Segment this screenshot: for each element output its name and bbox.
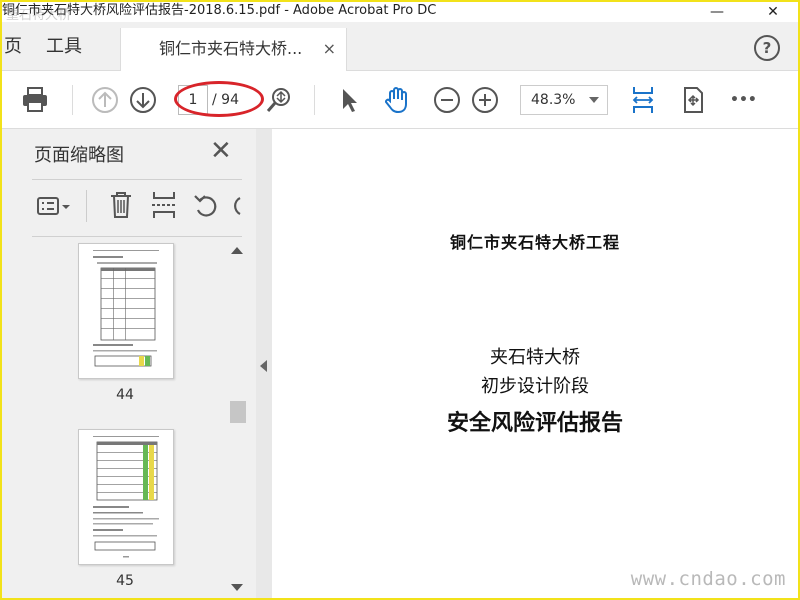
thumbnail-scrollbar[interactable] bbox=[228, 241, 246, 597]
page-thumbnail[interactable] bbox=[78, 243, 174, 379]
next-page-icon[interactable] bbox=[128, 85, 158, 115]
document-view[interactable]: 铜仁市夹石特大桥工程 夹石特大桥 初步设计阶段 安全风险评估报告 www.cnd… bbox=[272, 129, 798, 598]
full-screen-icon[interactable] bbox=[678, 85, 708, 115]
select-cursor-icon[interactable] bbox=[334, 85, 364, 115]
close-tab-button[interactable]: × bbox=[323, 28, 336, 70]
rotate-right-icon[interactable] bbox=[228, 192, 242, 220]
page-thumbnail-preview bbox=[93, 436, 159, 558]
close-panel-button[interactable]: ✕ bbox=[210, 137, 232, 165]
tab-tools[interactable]: 工具 bbox=[46, 22, 82, 70]
insert-page-icon[interactable] bbox=[150, 190, 178, 220]
panel-toolbar bbox=[32, 179, 242, 237]
page-thumbnail[interactable] bbox=[78, 429, 174, 565]
panel-divider bbox=[86, 190, 87, 222]
title-bar: 铜仁市夹石特大桥风险评估报告-2018.6.15.pdf - Adobe Acr… bbox=[2, 2, 798, 23]
thumbnail-page-number: 44 bbox=[116, 387, 134, 403]
zoom-tool-icon[interactable] bbox=[264, 85, 294, 115]
toolbar: 1 / 94 48.3% ••• bbox=[2, 71, 798, 129]
scroll-up-icon[interactable] bbox=[231, 247, 243, 254]
highlight-annotation bbox=[174, 81, 264, 117]
watermark-bottom-right: www.cndao.com bbox=[630, 568, 786, 590]
scroll-thumb[interactable] bbox=[230, 401, 246, 423]
zoom-out-icon[interactable] bbox=[432, 85, 462, 115]
document-tab-label: 铜仁市夹石特大桥... bbox=[159, 39, 303, 58]
zoom-level-value: 48.3% bbox=[531, 92, 576, 108]
hand-tool-icon[interactable] bbox=[382, 85, 412, 115]
chevron-down-icon bbox=[589, 97, 599, 103]
print-icon[interactable] bbox=[20, 85, 50, 115]
delete-page-icon[interactable] bbox=[108, 190, 134, 220]
toolbar-divider bbox=[314, 85, 315, 115]
panel-title: 页面缩略图 bbox=[34, 145, 124, 166]
design-stage: 初步设计阶段 bbox=[481, 376, 589, 397]
zoom-in-icon[interactable] bbox=[470, 85, 500, 115]
minimize-button[interactable]: — bbox=[702, 3, 732, 21]
thumbnail-list: 44 45 bbox=[32, 237, 232, 597]
page-thumbnail-preview bbox=[93, 250, 159, 367]
help-button[interactable]: ? bbox=[754, 35, 780, 61]
watermark-top-left: 重石特大桥 bbox=[6, 8, 72, 23]
collapse-panel-handle[interactable] bbox=[256, 129, 272, 598]
collapse-arrow-icon bbox=[260, 360, 267, 372]
page-thumbnails-panel: 页面缩略图 ✕ 44 45 bbox=[2, 129, 257, 598]
report-title: 安全风险评估报告 bbox=[446, 411, 623, 436]
project-name: 铜仁市夹石特大桥工程 bbox=[449, 233, 620, 252]
thumbnail-options-icon[interactable] bbox=[36, 194, 72, 220]
bridge-name: 夹石特大桥 bbox=[490, 347, 580, 368]
close-window-button[interactable]: ✕ bbox=[758, 3, 788, 21]
tab-home[interactable]: 页 bbox=[4, 22, 22, 70]
scroll-down-icon[interactable] bbox=[231, 584, 243, 591]
zoom-level-select[interactable]: 48.3% bbox=[520, 85, 608, 115]
thumbnail-page-number: 45 bbox=[116, 573, 134, 589]
fit-page-icon[interactable] bbox=[628, 85, 658, 115]
more-tools-button[interactable]: ••• bbox=[730, 85, 757, 115]
rotate-left-icon[interactable] bbox=[192, 192, 220, 220]
toolbar-divider bbox=[72, 85, 73, 115]
tab-document[interactable]: 铜仁市夹石特大桥... × bbox=[120, 28, 347, 71]
tab-bar: 页 工具 铜仁市夹石特大桥... × ? bbox=[2, 22, 798, 71]
previous-page-icon[interactable] bbox=[90, 85, 120, 115]
